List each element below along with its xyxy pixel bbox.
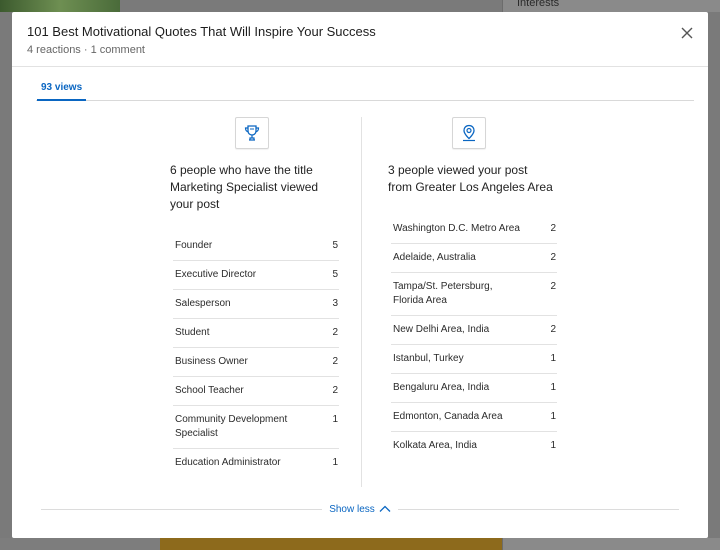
list-item-count: 2 xyxy=(332,356,338,367)
background-left-area xyxy=(0,538,160,550)
list-item: School Teacher 2 xyxy=(173,377,339,406)
list-item-count: 5 xyxy=(332,269,338,280)
list-item: Salesperson 3 xyxy=(173,290,339,319)
background-banner-image xyxy=(160,538,502,550)
list-item: Founder 5 xyxy=(173,232,339,261)
modal-header: 101 Best Motivational Quotes That Will I… xyxy=(12,12,708,67)
list-item-label: Community Development Specialist xyxy=(175,414,288,439)
list-item-count: 1 xyxy=(332,414,338,425)
titles-heading: 6 people who have the title Marketing Sp… xyxy=(170,163,319,211)
trophy-icon-box xyxy=(235,117,269,149)
list-item-count: 2 xyxy=(550,324,556,335)
list-item-label: Executive Director xyxy=(175,269,257,280)
list-item: Istanbul, Turkey 1 xyxy=(391,345,557,374)
list-item-count: 2 xyxy=(550,223,556,234)
list-item-label: Adelaide, Australia xyxy=(393,252,476,263)
list-item-label: Salesperson xyxy=(175,298,231,309)
locations-list: Washington D.C. Metro Area 2 Adelaide, Au… xyxy=(391,215,557,460)
list-item-count: 1 xyxy=(332,457,338,468)
trophy-icon xyxy=(244,125,260,141)
list-item: New Delhi Area, India 2 xyxy=(391,316,557,345)
locations-panel: 3 people viewed your post from Greater L… xyxy=(388,117,557,460)
list-item: Edmonton, Canada Area 1 xyxy=(391,403,557,432)
list-item-label: New Delhi Area, India xyxy=(393,324,490,335)
list-item: Bengaluru Area, India 1 xyxy=(391,374,557,403)
list-item-label: School Teacher xyxy=(175,385,244,396)
close-button[interactable] xyxy=(678,24,696,42)
analytics-tabs: 93 views xyxy=(36,78,694,101)
show-less-label: Show less xyxy=(329,503,375,515)
list-item: Education Administrator 1 xyxy=(173,449,339,477)
list-item: Community Development Specialist 1 xyxy=(173,406,339,449)
list-item-count: 5 xyxy=(332,240,338,251)
list-item-label: Business Owner xyxy=(175,356,248,367)
background-post-image xyxy=(0,0,120,12)
post-analytics-modal: 101 Best Motivational Quotes That Will I… xyxy=(12,12,708,538)
show-less-button[interactable]: Show less xyxy=(322,501,398,517)
list-item-count: 1 xyxy=(550,440,556,451)
list-item-count: 2 xyxy=(332,327,338,338)
chevron-up-icon xyxy=(379,505,391,512)
background-right-area xyxy=(502,538,720,550)
list-item-label: Tampa/St. Petersburg, Florida Area xyxy=(393,281,493,306)
list-item: Kolkata Area, India 1 xyxy=(391,432,557,460)
locations-heading: 3 people viewed your post from Greater L… xyxy=(388,163,553,194)
titles-list: Founder 5 Executive Director 5 Salesperson… xyxy=(173,232,339,477)
list-item-label: Bengaluru Area, India xyxy=(393,382,490,393)
list-item: Washington D.C. Metro Area 2 xyxy=(391,215,557,244)
list-item-count: 1 xyxy=(550,411,556,422)
location-icon-box xyxy=(452,117,486,149)
list-item: Business Owner 2 xyxy=(173,348,339,377)
location-pin-icon xyxy=(463,124,475,142)
close-icon xyxy=(681,27,693,39)
post-engagement-summary[interactable]: 4 reactions · 1 comment xyxy=(27,44,693,56)
list-item: Tampa/St. Petersburg, Florida Area 2 xyxy=(391,273,557,316)
list-item-count: 2 xyxy=(550,252,556,263)
list-item-label: Founder xyxy=(175,240,213,251)
list-item-count: 2 xyxy=(332,385,338,396)
list-item-label: Washington D.C. Metro Area xyxy=(393,223,520,234)
list-item: Adelaide, Australia 2 xyxy=(391,244,557,273)
column-divider xyxy=(361,117,362,487)
background-interests-section: Interests xyxy=(502,0,720,12)
list-item-count: 1 xyxy=(550,353,556,364)
post-title: 101 Best Motivational Quotes That Will I… xyxy=(27,24,376,39)
list-item-label: Student xyxy=(175,327,210,338)
list-item-count: 2 xyxy=(550,281,556,292)
list-item-label: Kolkata Area, India xyxy=(393,440,477,451)
list-item-label: Education Administrator xyxy=(175,457,281,468)
list-item-label: Istanbul, Turkey xyxy=(393,353,464,364)
list-item: Student 2 xyxy=(173,319,339,348)
list-item-count: 3 xyxy=(332,298,338,309)
tab-views[interactable]: 93 views xyxy=(37,78,87,101)
background-interests-label: Interests xyxy=(517,0,560,9)
list-item-label: Edmonton, Canada Area xyxy=(393,411,503,422)
list-item: Executive Director 5 xyxy=(173,261,339,290)
list-item-count: 1 xyxy=(550,382,556,393)
titles-panel: 6 people who have the title Marketing Sp… xyxy=(170,117,339,477)
